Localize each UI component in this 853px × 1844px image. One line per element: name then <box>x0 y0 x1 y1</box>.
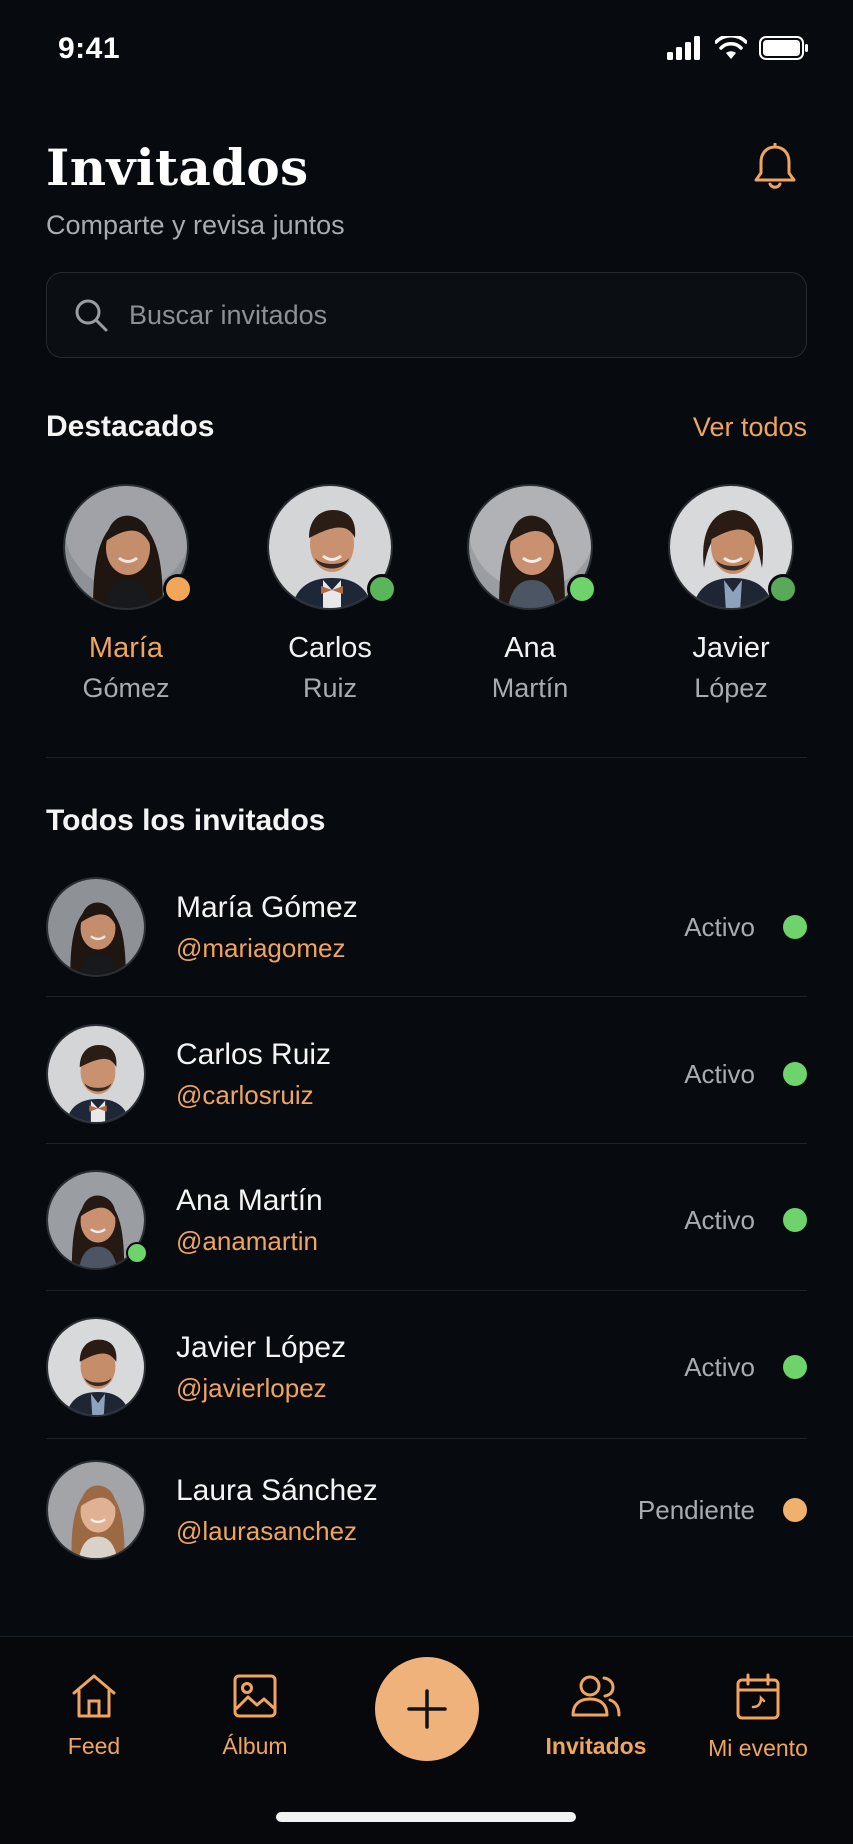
signal-icon <box>667 36 700 60</box>
page-subtitle: Comparte y revisa juntos <box>46 210 345 240</box>
status-dot <box>783 1062 807 1086</box>
avatar <box>46 1024 146 1124</box>
status-dot <box>768 574 798 604</box>
featured-last-name: Ruiz <box>302 673 357 703</box>
guest-handle: @laurasanchez <box>176 1515 358 1546</box>
avatar-photo <box>46 1460 146 1560</box>
featured-first-name: Ana <box>504 632 556 664</box>
featured-section-title: Destacados <box>46 410 215 443</box>
status-dot <box>783 1208 807 1232</box>
row-divider <box>46 1143 807 1144</box>
featured-last-name: Martín <box>491 673 569 703</box>
row-divider <box>46 1290 807 1291</box>
guest-name: Carlos Ruiz <box>176 1037 332 1071</box>
row-divider <box>46 996 807 997</box>
status-dot <box>783 1355 807 1379</box>
image-icon <box>233 1674 277 1718</box>
guest-row-maria[interactable]: María Gómez @mariagomez Activo <box>46 854 807 1000</box>
guest-row-carlos[interactable]: Carlos Ruiz @carlosruiz Activo <box>46 1001 807 1147</box>
search-input[interactable] <box>129 299 769 331</box>
nav-label: Invitados <box>545 1733 647 1759</box>
nav-item-feed[interactable]: Feed <box>24 1673 164 1760</box>
page-title: Invitados <box>46 138 309 197</box>
nav-item-invitados[interactable]: Invitados <box>526 1673 666 1760</box>
avatar <box>46 1170 148 1270</box>
featured-guest-ana[interactable]: Ana Martín <box>450 484 610 724</box>
guest-name: María Gómez <box>176 890 358 924</box>
nav-label: Álbum <box>222 1733 288 1759</box>
guest-handle: @javierlopez <box>176 1372 327 1403</box>
battery-icon <box>759 36 808 60</box>
avatar-photo <box>46 877 146 977</box>
bell-icon <box>754 143 796 189</box>
avatar <box>467 484 597 610</box>
guest-row-javier[interactable]: Javier López @javierlopez Activo <box>46 1294 807 1440</box>
guest-info: Ana Martín @anamartin <box>176 1184 323 1257</box>
notifications-button[interactable] <box>747 140 803 196</box>
guest-status: Pendiente <box>637 1494 755 1525</box>
guests-screen: 9:41 Invitados Comparte y revisa juntos <box>0 0 853 1844</box>
nav-item-album[interactable]: Álbum <box>185 1673 325 1760</box>
avatar <box>46 1460 146 1560</box>
featured-first-name: Carlos <box>288 632 372 664</box>
featured-guest-carlos[interactable]: Carlos Ruiz <box>250 484 410 724</box>
guest-info: Carlos Ruiz @carlosruiz <box>176 1038 331 1111</box>
guest-name: Ana Martín <box>176 1183 323 1217</box>
search-bar[interactable] <box>46 272 807 358</box>
nav-label: Mi evento <box>708 1735 808 1761</box>
guest-handle: @mariagomez <box>176 932 346 963</box>
search-icon <box>75 299 108 332</box>
guest-handle: @anamartin <box>176 1225 319 1256</box>
featured-guest-javier[interactable]: Javier López <box>651 484 811 724</box>
guest-info: Laura Sánchez @laurasanchez <box>176 1474 378 1547</box>
wifi-icon <box>715 36 747 59</box>
avatar <box>46 1317 146 1417</box>
avatar-photo <box>46 1317 146 1417</box>
home-indicator <box>276 1812 576 1822</box>
avatar <box>267 484 397 610</box>
featured-guest-maria[interactable]: María Gómez <box>46 484 206 724</box>
bottom-nav: Feed Álbum Invitados Mi evento <box>0 1636 853 1844</box>
featured-first-name: María <box>88 632 164 664</box>
featured-last-name: Gómez <box>82 673 170 703</box>
nav-label: Feed <box>67 1733 121 1759</box>
featured-first-name: Javier <box>692 632 770 664</box>
status-dot <box>367 574 397 604</box>
guest-handle: @carlosruiz <box>176 1079 314 1110</box>
avatar-photo <box>46 1024 146 1124</box>
section-divider <box>46 757 807 758</box>
home-icon <box>72 1674 116 1718</box>
plus-icon <box>407 1689 447 1729</box>
add-button[interactable] <box>375 1657 479 1761</box>
users-icon <box>571 1675 621 1717</box>
guest-name: Laura Sánchez <box>176 1473 378 1507</box>
guest-status: Activo <box>684 1351 755 1382</box>
guest-row-laura[interactable]: Laura Sánchez @laurasanchez Pendiente <box>46 1437 807 1583</box>
status-dot <box>783 915 807 939</box>
featured-guests: María Gómez Carlos Ruiz Ana Martín Javie… <box>0 484 853 724</box>
avatar <box>63 484 193 610</box>
status-icons <box>667 36 809 60</box>
guest-status: Activo <box>684 1058 755 1089</box>
nav-item-mi-evento[interactable]: Mi evento <box>688 1673 828 1762</box>
status-bar: 9:41 <box>0 0 853 100</box>
avatar <box>668 484 798 610</box>
all-guests-title: Todos los invitados <box>46 804 326 837</box>
status-dot <box>126 1242 148 1264</box>
featured-last-name: López <box>694 673 768 703</box>
guest-status: Activo <box>684 911 755 942</box>
guest-status: Activo <box>684 1204 755 1235</box>
avatar <box>46 877 146 977</box>
see-all-link[interactable]: Ver todos <box>693 412 807 443</box>
status-dot <box>163 574 193 604</box>
guest-info: Javier López @javierlopez <box>176 1331 346 1404</box>
guest-row-ana[interactable]: Ana Martín @anamartin Activo <box>46 1147 807 1293</box>
calendar-icon <box>736 1673 780 1720</box>
status-dot <box>567 574 597 604</box>
status-dot <box>783 1498 807 1522</box>
guest-name: Javier López <box>176 1330 347 1364</box>
status-time: 9:41 <box>58 32 121 65</box>
guest-info: María Gómez @mariagomez <box>176 891 358 964</box>
